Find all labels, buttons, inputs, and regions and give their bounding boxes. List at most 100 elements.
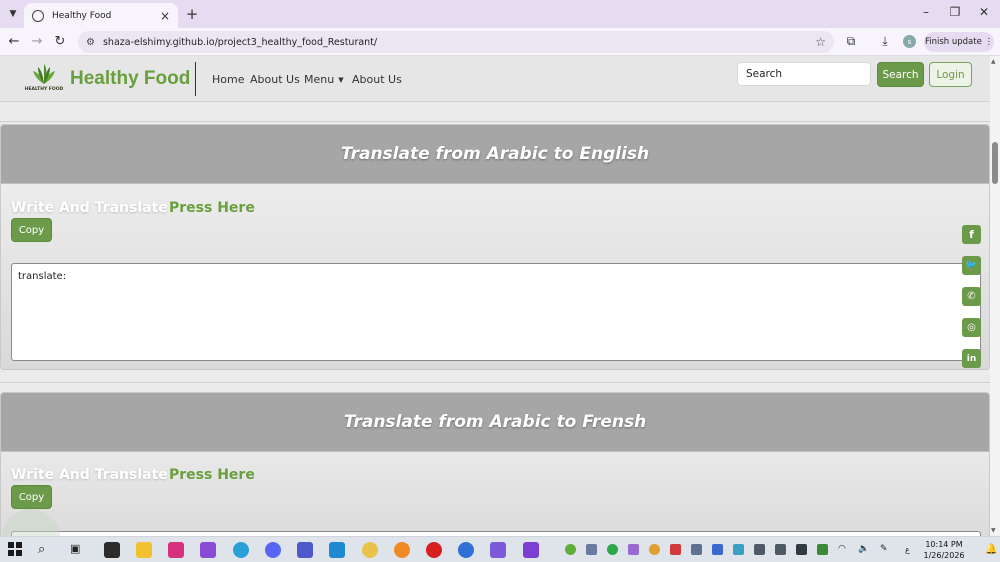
tray-icon[interactable] <box>565 544 576 555</box>
record-icon[interactable] <box>426 542 442 558</box>
notification-icon[interactable]: 🔔 <box>985 544 997 555</box>
whatsapp-icon[interactable]: ✆ <box>962 287 981 306</box>
page-scrollbar[interactable]: ▲ ▼ <box>990 56 1000 536</box>
brand-name[interactable]: Healthy Food <box>70 68 190 90</box>
profile-avatar[interactable]: s <box>903 35 916 48</box>
minimize-icon[interactable]: – <box>918 5 934 19</box>
search-button[interactable]: Search <box>877 62 924 87</box>
caret-down-icon: ▼ <box>338 76 344 84</box>
chrome-icon[interactable] <box>362 542 378 558</box>
clock[interactable]: 10:14 PM 1/26/2026 <box>922 539 966 561</box>
tray-icon[interactable] <box>775 544 786 555</box>
start-icon[interactable] <box>8 542 24 558</box>
translate-textarea[interactable] <box>11 263 981 361</box>
tab-title: Healthy Food <box>52 10 112 21</box>
vscode-icon[interactable] <box>329 542 345 558</box>
file-explorer-icon[interactable] <box>136 542 152 558</box>
tray-icon[interactable] <box>649 544 660 555</box>
pen-icon[interactable]: ✎ <box>880 544 891 555</box>
task-view-icon[interactable]: ▣ <box>70 542 86 558</box>
download-icon[interactable]: ⤓ <box>877 34 893 49</box>
restore-icon[interactable]: ❐ <box>947 5 963 19</box>
nav-home[interactable]: Home <box>212 73 244 86</box>
search-input[interactable] <box>737 62 871 86</box>
security-icon[interactable] <box>817 544 828 555</box>
tray-icon[interactable] <box>586 544 597 555</box>
tray-icon[interactable] <box>628 544 639 555</box>
teams-icon[interactable] <box>297 542 313 558</box>
divider <box>0 121 990 122</box>
facebook-icon[interactable]: f <box>962 225 981 244</box>
copy-button[interactable]: Copy <box>11 218 52 242</box>
scroll-down-icon[interactable]: ▼ <box>991 527 996 534</box>
language-indicator[interactable]: ع <box>905 545 910 554</box>
tray-icon[interactable] <box>691 544 702 555</box>
divider <box>0 382 990 383</box>
battery-icon[interactable] <box>796 544 807 555</box>
browser-tab[interactable]: Healthy Food × <box>24 3 178 28</box>
windows-taskbar: ⌕ ▣ ◠ 🔈 ✎ ع 10:14 PM 1/26/2026 🔔 <box>0 536 1000 562</box>
tray-icon[interactable] <box>670 544 681 555</box>
site-logo[interactable]: HEALTHY FOOD <box>24 62 64 98</box>
close-window-icon[interactable]: ✕ <box>976 5 992 19</box>
translate-section-french: Translate from Arabic to Frensh Write An… <box>0 392 990 536</box>
close-tab-icon[interactable]: × <box>160 9 170 23</box>
scroll-up-icon[interactable]: ▲ <box>991 58 996 65</box>
bluetooth-icon[interactable] <box>712 544 723 555</box>
logo-text: HEALTHY FOOD <box>24 87 64 92</box>
wifi-icon[interactable]: ◠ <box>838 544 849 555</box>
instagram-app-icon[interactable] <box>168 542 184 558</box>
nav-menu-dropdown[interactable]: Menu ▼ <box>304 73 344 86</box>
bitwarden-icon[interactable] <box>458 542 474 558</box>
write-translate-label: Write And Translate <box>11 200 168 216</box>
volume-icon[interactable]: 🔈 <box>858 544 869 555</box>
section-title: Translate from Arabic to Frensh <box>343 412 647 432</box>
navbar-divider <box>195 62 196 96</box>
press-here-link[interactable]: Press Here <box>169 467 255 483</box>
site-favicon-icon <box>32 9 44 22</box>
forward-icon[interactable]: → <box>29 34 45 49</box>
app-icon[interactable] <box>490 542 506 558</box>
discord-icon[interactable] <box>265 542 281 558</box>
scrollbar-thumb[interactable] <box>992 142 998 184</box>
bookmark-star-icon[interactable]: ☆ <box>815 35 826 49</box>
site-info-icon[interactable]: ⚙ <box>86 37 95 48</box>
url-text: shaza-elshimy.github.io/project3_healthy… <box>102 36 378 48</box>
section-title: Translate from Arabic to English <box>340 144 650 164</box>
camera-app-icon[interactable] <box>104 542 120 558</box>
nav-menu-label: Menu <box>304 73 335 86</box>
browser-toolbar: ← → ↻ ⚙ shaza-elshimy.github.io/project3… <box>0 28 1000 56</box>
nav-about-us[interactable]: About Us <box>250 73 300 86</box>
address-bar[interactable]: ⚙ shaza-elshimy.github.io/project3_healt… <box>78 31 834 53</box>
page-viewport: HEALTHY FOOD Healthy Food Home About Us … <box>0 56 990 536</box>
translate-section-english: Translate from Arabic to English Write A… <box>0 124 990 370</box>
instagram-icon[interactable]: ◎ <box>962 318 981 337</box>
extensions-icon[interactable]: ⧉ <box>843 34 859 49</box>
linkedin-icon[interactable]: in <box>962 349 981 368</box>
leaf-logo-icon <box>33 64 55 84</box>
finish-update-button[interactable]: Finish update ⋮ <box>924 32 994 52</box>
tray-icon[interactable] <box>607 544 618 555</box>
section-header: Translate from Arabic to English <box>1 125 989 184</box>
finish-update-label: Finish update <box>924 37 982 47</box>
back-icon[interactable]: ← <box>6 34 22 49</box>
time-text: 10:14 PM <box>925 540 963 549</box>
reload-icon[interactable]: ↻ <box>52 34 68 49</box>
nav-about-us-2[interactable]: About Us <box>352 73 402 86</box>
tray-icon[interactable] <box>754 544 765 555</box>
tab-list-chevron-icon[interactable]: ▼ <box>4 5 22 23</box>
new-tab-icon[interactable]: + <box>184 5 200 23</box>
copy-button[interactable]: Copy <box>11 485 52 509</box>
chrome-profile-icon[interactable] <box>394 542 410 558</box>
tray-icon[interactable] <box>733 544 744 555</box>
twitter-icon[interactable]: 🐦 <box>962 256 981 275</box>
write-translate-label: Write And Translate <box>11 467 168 483</box>
login-button[interactable]: Login <box>929 62 972 87</box>
search-icon[interactable]: ⌕ <box>38 542 54 558</box>
browser-tab-bar: ▼ Healthy Food × + – ❐ ✕ <box>0 0 1000 28</box>
visual-studio-icon[interactable] <box>200 542 216 558</box>
app-icon[interactable] <box>523 542 539 558</box>
telegram-icon[interactable] <box>233 542 249 558</box>
press-here-link[interactable]: Press Here <box>169 200 255 216</box>
section-header: Translate from Arabic to Frensh <box>1 393 989 452</box>
